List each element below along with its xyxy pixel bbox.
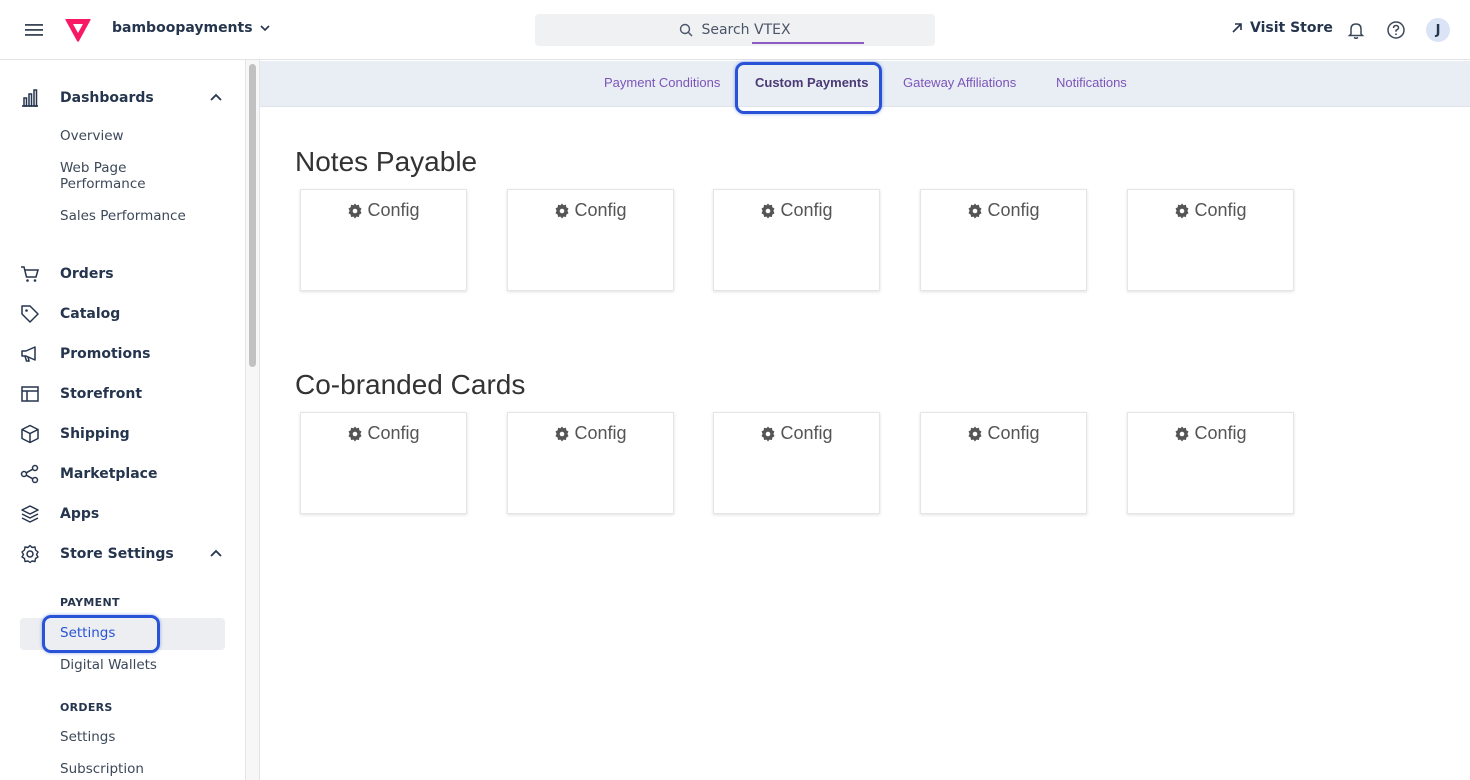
active-item-background [20,618,225,650]
visit-store-button[interactable]: Visit Store [1230,20,1333,36]
gear-icon [348,426,362,441]
gear-icon [555,203,569,218]
gear-icon [761,426,775,441]
co-branded-card-2[interactable]: Config [507,412,674,514]
tab-gateway-affiliations[interactable]: Gateway Affiliations [903,75,1016,90]
section-title-notes-payable: Notes Payable [295,146,478,177]
gear-icon [348,203,362,218]
search-input[interactable]: Search VTEX [535,14,935,46]
config-label: Config [1194,200,1247,220]
gear-icon [761,203,775,218]
external-arrow-icon [1232,23,1242,33]
notes-payable-card-1[interactable]: Config [300,189,467,291]
chevron-up-icon[interactable] [208,546,224,562]
sidebar-subitem-digital-wallets[interactable]: Digital Wallets [60,657,157,673]
active-tab-underline [752,42,864,44]
config-label: Config [574,200,627,220]
sidebar-item-label: Catalog [60,306,121,322]
sidebar-item-dashboards[interactable]: Dashboards [20,86,154,110]
help-icon[interactable] [1386,20,1406,40]
sidebar-subitem-subscription[interactable]: Subscription [60,761,144,777]
sidebar-item-store-settings[interactable]: Store Settings [20,542,174,566]
sidebar-item-shipping[interactable]: Shipping [20,422,130,446]
sidebar-item-orders[interactable]: Orders [20,262,114,286]
cart-icon [21,266,39,282]
chevron-down-icon [259,25,270,32]
config-label: Config [987,423,1040,443]
visit-store-label: Visit Store [1250,20,1333,36]
sidebar-item-label: Storefront [60,386,143,402]
layers-icon [21,505,39,523]
notes-payable-card-2[interactable]: Config [507,189,674,291]
tag-icon [21,305,39,323]
gear-icon [968,203,982,218]
sidebar-item-storefront[interactable]: Storefront [20,382,142,406]
co-branded-card-1[interactable]: Config [300,412,467,514]
tab-custom-payments[interactable]: Custom Payments [755,75,868,90]
payments-tab-bar: Payment Conditions Custom Payments Gatew… [260,61,1470,107]
tab-notifications[interactable]: Notifications [1056,75,1127,90]
tab-payment-conditions[interactable]: Payment Conditions [604,75,720,90]
sidebar-subitem-overview[interactable]: Overview [60,128,124,144]
section-title-co-branded-cards: Co-branded Cards [295,369,526,400]
notes-payable-card-3[interactable]: Config [713,189,880,291]
sidebar-subitem-orders-settings[interactable]: Settings [60,729,115,745]
sidebar: Dashboards Overview Web Page Performance… [0,60,246,780]
gear-icon [1175,426,1189,441]
config-label: Config [780,423,833,443]
section-label-orders: ORDERS [60,701,113,714]
sidebar-item-apps[interactable]: Apps [20,502,99,526]
search-placeholder: Search VTEX [701,22,791,38]
search-icon [680,23,693,37]
notes-payable-card-5[interactable]: Config [1127,189,1294,291]
gear-icon [1175,203,1189,218]
account-switcher[interactable]: bamboopayments [112,20,271,36]
menu-icon[interactable] [24,20,44,40]
sidebar-item-catalog[interactable]: Catalog [20,302,120,326]
co-branded-card-3[interactable]: Config [713,412,880,514]
config-label: Config [367,200,420,220]
config-label: Config [574,423,627,443]
top-bar: bamboopayments Search VTEX Visit Store J [0,0,1470,60]
co-branded-card-5[interactable]: Config [1127,412,1294,514]
section-label-payment: PAYMENT [60,596,120,609]
notes-payable-card-4[interactable]: Config [920,189,1087,291]
megaphone-icon [21,346,36,362]
sidebar-item-label: Store Settings [60,546,174,562]
avatar[interactable]: J [1426,18,1450,42]
config-label: Config [780,200,833,220]
sidebar-item-label: Shipping [60,426,130,442]
sidebar-item-label: Promotions [60,346,151,362]
account-name: bamboopayments [112,20,253,36]
box-icon [21,424,39,444]
sidebar-item-label: Apps [60,506,100,522]
bell-icon[interactable] [1346,20,1366,40]
share-icon [20,464,39,484]
co-branded-card-4[interactable]: Config [920,412,1087,514]
gear-icon [968,426,982,441]
sidebar-item-marketplace[interactable]: Marketplace [20,462,157,486]
config-label: Config [1194,423,1247,443]
sidebar-subitem-web-page-performance[interactable]: Web Page Performance [60,160,170,192]
sidebar-item-label: Marketplace [60,466,158,482]
bar-chart-icon [22,89,38,107]
sidebar-item-label: Orders [60,266,114,282]
layout-icon [21,386,39,402]
vtex-logo-icon[interactable] [64,16,92,44]
sidebar-subitem-payment-settings[interactable]: Settings [60,625,115,641]
gear-icon [21,544,39,564]
sidebar-scrollbar[interactable] [246,60,260,780]
sidebar-item-label: Dashboards [60,90,154,106]
gear-icon [555,426,569,441]
config-label: Config [367,423,420,443]
sidebar-item-promotions[interactable]: Promotions [20,342,150,366]
chevron-up-icon[interactable] [208,90,224,106]
sidebar-subitem-sales-performance[interactable]: Sales Performance [60,208,186,224]
config-label: Config [987,200,1040,220]
scrollbar-thumb[interactable] [249,64,256,367]
